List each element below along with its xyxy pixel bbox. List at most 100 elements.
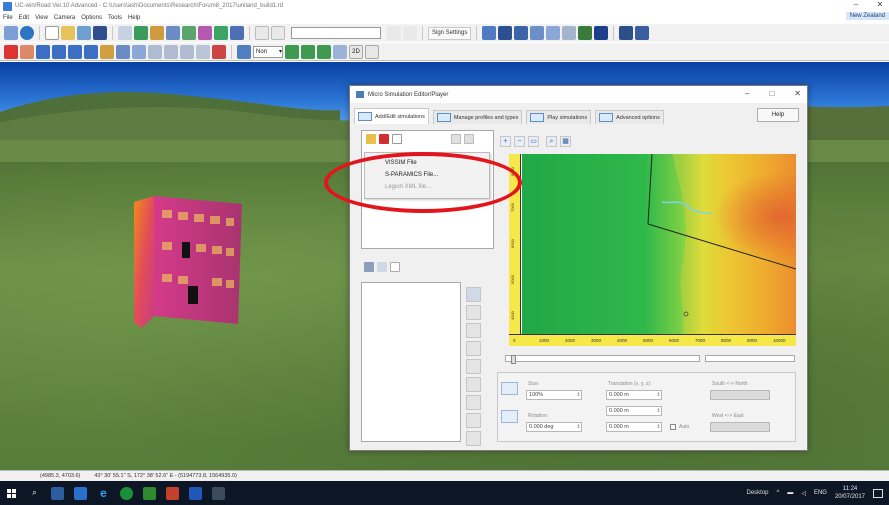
zoom-fit-icon[interactable]: ▭ (528, 136, 539, 147)
tray-expand-icon[interactable]: ^ (777, 490, 780, 496)
menu-file[interactable]: File (3, 15, 13, 21)
secondary-scrollbar[interactable] (705, 355, 795, 362)
battery-icon[interactable]: ▬ (787, 490, 793, 496)
model-icon[interactable] (150, 26, 164, 40)
link-icon[interactable] (364, 262, 374, 272)
new-file-icon[interactable] (45, 26, 59, 40)
scenario-icon[interactable] (214, 26, 228, 40)
slope-icon[interactable] (164, 44, 178, 59)
stop-icon[interactable] (403, 26, 417, 40)
flag-yellow-icon[interactable] (301, 44, 315, 59)
map-icon[interactable] (578, 26, 593, 40)
monitor-icon[interactable] (594, 26, 609, 40)
bike-icon[interactable] (562, 26, 577, 40)
arrow-up-icon[interactable] (36, 44, 50, 59)
people-icon[interactable] (514, 26, 529, 40)
horizontal-scrollbar[interactable] (505, 355, 700, 364)
align-to-road-button[interactable] (501, 410, 518, 423)
path-select[interactable] (291, 27, 381, 39)
zoom-area-icon[interactable]: ⌕ (546, 136, 557, 147)
dreamweaver-icon[interactable] (143, 486, 156, 500)
properties-icon[interactable] (451, 134, 461, 144)
translation-z-field[interactable]: 0.000 m (606, 422, 662, 432)
menu-camera[interactable]: Camera (54, 15, 75, 21)
menu-item-vissim[interactable]: VISSIM File (365, 157, 489, 169)
tool-move-icon[interactable] (466, 305, 481, 320)
menu-tools[interactable]: Tools (108, 15, 122, 21)
report-icon[interactable] (635, 26, 650, 40)
layout-icon[interactable] (619, 26, 634, 40)
internet-explorer-icon[interactable]: e (97, 486, 110, 500)
measure-icon[interactable] (132, 44, 146, 59)
pin-icon[interactable] (212, 44, 226, 59)
flag-green-icon[interactable] (285, 44, 299, 59)
tool-rotate-icon[interactable] (466, 323, 481, 338)
save-icon[interactable] (93, 26, 107, 40)
ty-spinner-icon[interactable]: ⇕ (655, 406, 662, 416)
tool-flag-icon[interactable] (466, 413, 481, 428)
language-indicator[interactable]: ENG (814, 490, 827, 496)
tab-manage-profiles[interactable]: Manage profiles and types (432, 110, 523, 124)
select-icon[interactable] (116, 44, 130, 59)
sign-settings-button[interactable]: Sign Settings (428, 26, 472, 40)
ucwin-road-taskbar-icon[interactable] (212, 486, 225, 500)
tz-spinner-icon[interactable]: ⇕ (655, 422, 662, 432)
tab-add-edit-simulations[interactable]: Add/Edit simulations (354, 108, 429, 124)
rotation-field[interactable]: 0.000 deg (526, 422, 582, 432)
zoom-out-icon[interactable]: − (514, 136, 525, 147)
dialog-minimize-icon[interactable]: – (745, 89, 749, 98)
terrain-map[interactable]: 8000 7000 6000 5000 4000 0 1000 2000 300… (509, 154, 796, 346)
help-icon[interactable] (20, 26, 34, 40)
menu-item-sparamics[interactable]: S-PARAMICS File... (365, 169, 489, 181)
flag-blue-icon[interactable] (317, 44, 331, 59)
open-file-icon[interactable] (366, 134, 376, 144)
terrain-icon[interactable] (134, 26, 148, 40)
auto-checkbox[interactable] (670, 424, 676, 430)
help-button[interactable]: Help (757, 108, 799, 122)
rotate-icon[interactable] (84, 44, 98, 59)
tab-play-simulations[interactable]: Play simulations (526, 110, 592, 124)
car-icon[interactable] (530, 26, 545, 40)
dialog-maximize-icon[interactable]: □ (769, 89, 774, 98)
weather-select[interactable]: Non ▾ (253, 45, 283, 58)
tool-select-icon[interactable] (466, 287, 481, 302)
menu-edit[interactable]: Edit (19, 15, 29, 21)
notifications-icon[interactable] (873, 488, 883, 498)
translation-y-field[interactable]: 0.000 m (606, 406, 662, 416)
fit-to-terrain-button[interactable] (501, 382, 518, 395)
thermal-building-model[interactable] (134, 196, 244, 331)
import-icon[interactable] (77, 26, 91, 40)
delete-icon[interactable] (379, 134, 389, 144)
arrow-both-icon[interactable] (52, 44, 66, 59)
translation-x-field[interactable]: 0.000 m (606, 390, 662, 400)
pen-icon[interactable] (482, 26, 497, 40)
play-icon[interactable] (387, 26, 401, 40)
height-icon[interactable] (148, 44, 162, 59)
tab-advanced-options[interactable]: Advanced options (595, 110, 664, 124)
axis-icon[interactable] (196, 44, 210, 59)
powerpoint-icon[interactable] (166, 486, 179, 500)
start-button[interactable] (0, 481, 22, 505)
terrain-heightmap[interactable] (522, 154, 796, 334)
search-icon[interactable]: ⌕ (28, 487, 41, 500)
camera-icon[interactable] (271, 26, 285, 40)
word-icon[interactable] (189, 486, 202, 500)
open-folder-icon[interactable] (61, 26, 75, 40)
volume-icon[interactable]: ◁ (801, 490, 806, 497)
traffic-icon[interactable] (198, 26, 212, 40)
cloud-icon[interactable] (333, 44, 347, 59)
tx-spinner-icon[interactable]: ⇕ (655, 390, 662, 400)
menu-options[interactable]: Options (81, 15, 102, 21)
outlook-icon[interactable] (74, 486, 87, 500)
view-2d-3d-icon[interactable]: 2D (349, 44, 363, 59)
tool-line-icon[interactable] (466, 377, 481, 392)
desktop-toolbar-label[interactable]: Desktop (746, 490, 768, 496)
new-icon[interactable] (4, 26, 18, 40)
clock[interactable]: 11:24 20/07/2017 (835, 485, 865, 501)
flight-icon[interactable] (230, 26, 244, 40)
zoom-in-icon[interactable]: + (500, 136, 511, 147)
menu-help[interactable]: Help (128, 15, 140, 21)
unlink-icon[interactable] (377, 262, 387, 272)
move-tool-icon[interactable] (20, 44, 34, 59)
grid-icon[interactable] (498, 26, 513, 40)
